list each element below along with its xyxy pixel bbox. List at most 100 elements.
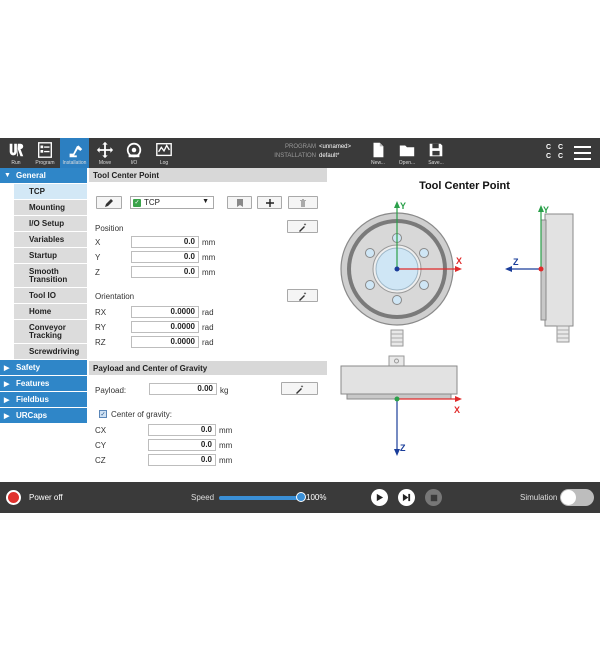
x-label: X (95, 238, 101, 247)
orientation-label: Orientation (95, 292, 135, 301)
chevron-right-icon: ▶ (4, 364, 10, 372)
sidebar-item-smooth-transition[interactable]: Smooth Transition (14, 264, 87, 288)
power-status-label[interactable]: Power off (29, 493, 63, 502)
io-tab[interactable]: I/O (121, 138, 147, 168)
sidebar-item-io-setup[interactable]: I/O Setup (14, 216, 87, 232)
plus-icon (265, 198, 274, 207)
speed-slider-fill (219, 496, 301, 500)
run-tab[interactable]: Run (2, 138, 30, 168)
cz-field[interactable]: 0.0 (148, 454, 216, 466)
cy-field[interactable]: 0.0 (148, 439, 216, 451)
sidebar-item-home[interactable]: Home (14, 304, 87, 320)
payload-field[interactable]: 0.00 (149, 383, 217, 395)
y-label: Y (95, 253, 101, 262)
save-button[interactable]: Save... (424, 138, 448, 168)
tcp-section-header: Tool Center Point (89, 168, 327, 182)
speed-value: 100% (306, 493, 327, 502)
tcp-select[interactable]: ✓ TCP ▼ (130, 196, 214, 209)
open-button[interactable]: Open... (395, 138, 419, 168)
speed-slider-handle[interactable] (296, 492, 306, 502)
top-z-axis-label: Z (400, 443, 406, 453)
sidebar-item-variables[interactable]: Variables (14, 232, 87, 248)
hamburger-menu-icon[interactable] (574, 146, 591, 160)
robot-arm-icon (69, 145, 82, 157)
sidebar-item-tool-io[interactable]: Tool IO (14, 288, 87, 304)
sidebar-item-tcp[interactable]: TCP (14, 184, 87, 200)
power-button[interactable] (6, 490, 21, 505)
z-field[interactable]: 0.0 (131, 266, 199, 278)
new-file-icon (373, 142, 384, 157)
simulation-toggle-knob (561, 490, 576, 505)
flange-top-view (340, 355, 458, 400)
rz-field[interactable]: 0.0000 (131, 336, 199, 348)
sidebar-section-fieldbus[interactable]: ▶ Fieldbus (0, 392, 87, 408)
program-info: PROGRAM <unnamed> INSTALLATION default* (274, 144, 352, 159)
status-footer: Power off Speed 100% Simulation (0, 482, 600, 513)
sidebar-section-features[interactable]: ▶ Features (0, 376, 87, 392)
pencil-icon (105, 198, 113, 207)
step-button[interactable] (398, 489, 415, 506)
chevron-right-icon: ▶ (4, 396, 10, 404)
cy-label: CY (95, 441, 107, 450)
stop-button[interactable] (425, 489, 442, 506)
side-y-axis-label: Y (543, 205, 549, 215)
simulation-label: Simulation (520, 493, 558, 502)
save-disk-icon (429, 143, 443, 156)
cz-label: CZ (95, 456, 106, 465)
checkmark-icon: ✓ (133, 198, 141, 207)
flange-side-view (540, 213, 574, 343)
orientation-wizard-button[interactable] (287, 289, 318, 302)
sidebar-item-screwdriving[interactable]: Screwdriving (14, 344, 87, 360)
center-of-gravity-checkbox[interactable]: ✓ (99, 410, 107, 418)
program-icon (38, 141, 52, 158)
move-tab[interactable]: Move (92, 138, 118, 168)
program-tab[interactable]: Program (31, 138, 59, 168)
stop-icon (430, 494, 437, 501)
rename-button[interactable] (96, 196, 122, 209)
simulation-toggle[interactable] (560, 489, 594, 506)
log-tab[interactable]: Log (150, 138, 178, 168)
sidebar-item-startup[interactable]: Startup (14, 248, 87, 264)
z-label: Z (95, 268, 100, 277)
set-default-button[interactable] (227, 196, 252, 209)
tcp-config-panel: Tool Center Point ✓ TCP ▼ Position X 0.0… (89, 168, 327, 482)
bookmark-icon (236, 198, 243, 207)
installation-tab[interactable]: Installation (60, 138, 89, 168)
control-mode-indicator[interactable]: C C C C (546, 144, 567, 160)
center-of-gravity-label: Center of gravity: (111, 410, 172, 419)
speed-slider[interactable] (219, 496, 301, 500)
y-unit: mm (202, 253, 216, 262)
chevron-down-icon: ▼ (4, 172, 11, 179)
z-unit: mm (202, 268, 216, 277)
polyscope-window: Run Program Installation Move I/O Log PR… (0, 138, 600, 513)
sidebar-item-conveyor-tracking[interactable]: Conveyor Tracking (14, 320, 87, 344)
position-wizard-button[interactable] (287, 220, 318, 233)
rx-field[interactable]: 0.0000 (131, 306, 199, 318)
step-forward-icon (402, 493, 411, 502)
sidebar-section-urcaps[interactable]: ▶ URCaps (0, 408, 87, 424)
delete-tcp-button[interactable] (288, 196, 318, 209)
y-field[interactable]: 0.0 (131, 251, 199, 263)
ur-logo-icon (9, 143, 24, 156)
payload-wizard-button[interactable] (281, 382, 318, 395)
play-button[interactable] (371, 489, 388, 506)
ry-field[interactable]: 0.0000 (131, 321, 199, 333)
dropdown-arrow-icon: ▼ (202, 198, 209, 205)
new-button[interactable]: New... (366, 138, 390, 168)
trash-icon (300, 198, 306, 207)
rx-unit: rad (202, 308, 214, 317)
magic-wand-icon (298, 222, 306, 232)
ry-unit: rad (202, 323, 214, 332)
add-tcp-button[interactable] (257, 196, 282, 209)
io-icon (126, 142, 142, 157)
payload-label: Payload: (95, 386, 127, 395)
sidebar-section-general[interactable]: ▼ General (0, 168, 87, 184)
magic-wand-icon (295, 384, 303, 394)
cz-unit: mm (219, 456, 233, 465)
cx-field[interactable]: 0.0 (148, 424, 216, 436)
sidebar-section-safety[interactable]: ▶ Safety (0, 360, 87, 376)
sidebar-item-mounting[interactable]: Mounting (14, 200, 87, 216)
move-arrows-icon (96, 141, 114, 158)
x-field[interactable]: 0.0 (131, 236, 199, 248)
x-unit: mm (202, 238, 216, 247)
